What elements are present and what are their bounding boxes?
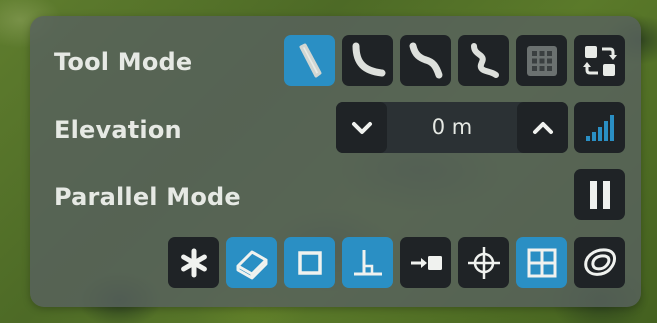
tool-grid-button[interactable]: [516, 35, 567, 86]
tool-straight-button[interactable]: [284, 35, 335, 86]
elevation-down-button[interactable]: [336, 102, 387, 153]
perpendicular-icon: [353, 249, 382, 275]
crosshair-icon: [467, 246, 500, 279]
asterisk-icon: [180, 248, 207, 277]
double-curve-road-icon: [470, 42, 499, 78]
elevation-up-button[interactable]: [517, 102, 568, 153]
elevation-step-button[interactable]: [574, 102, 625, 153]
eraser-icon: [236, 250, 267, 279]
chevron-up-icon: [532, 121, 553, 134]
square-icon: [297, 250, 322, 275]
snap-to-end-button[interactable]: [400, 237, 451, 288]
grid-snap-icon: [527, 248, 556, 277]
snap-to-end-icon: [410, 255, 442, 270]
snap-existing-geometry-button[interactable]: [226, 237, 277, 288]
grid-icon: [526, 45, 557, 76]
tool-replace-button[interactable]: [574, 35, 625, 86]
replace-icon: [582, 45, 617, 76]
snap-perpendicular-button[interactable]: [342, 237, 393, 288]
tool-double-curve-button[interactable]: [458, 35, 509, 86]
elevation-value: 0 m: [431, 115, 473, 139]
contour-icon: [583, 247, 616, 276]
tool-curve-button[interactable]: [342, 35, 393, 86]
parallel-lines-icon: [589, 180, 610, 209]
parallel-mode-toggle[interactable]: [574, 169, 625, 220]
snap-contour-button[interactable]: [574, 237, 625, 288]
s-curve-road-icon: [409, 42, 442, 78]
tool-mode-label: Tool Mode: [54, 48, 193, 76]
elevation-label: Elevation: [54, 116, 182, 144]
road-tool-panel: Tool Mode Elevation Parallel Mode 0 m: [30, 16, 641, 307]
elevation-control: 0 m: [336, 102, 568, 153]
snap-all-button[interactable]: [168, 237, 219, 288]
straight-road-icon: [299, 43, 321, 77]
snap-center-button[interactable]: [458, 237, 509, 288]
elevation-step-icon: [585, 114, 614, 141]
chevron-down-icon: [351, 121, 372, 134]
curved-road-icon: [352, 42, 385, 76]
parallel-mode-label: Parallel Mode: [54, 183, 241, 211]
tool-s-curve-button[interactable]: [400, 35, 451, 86]
snap-grid-button[interactable]: [516, 237, 567, 288]
snap-square-button[interactable]: [284, 237, 335, 288]
